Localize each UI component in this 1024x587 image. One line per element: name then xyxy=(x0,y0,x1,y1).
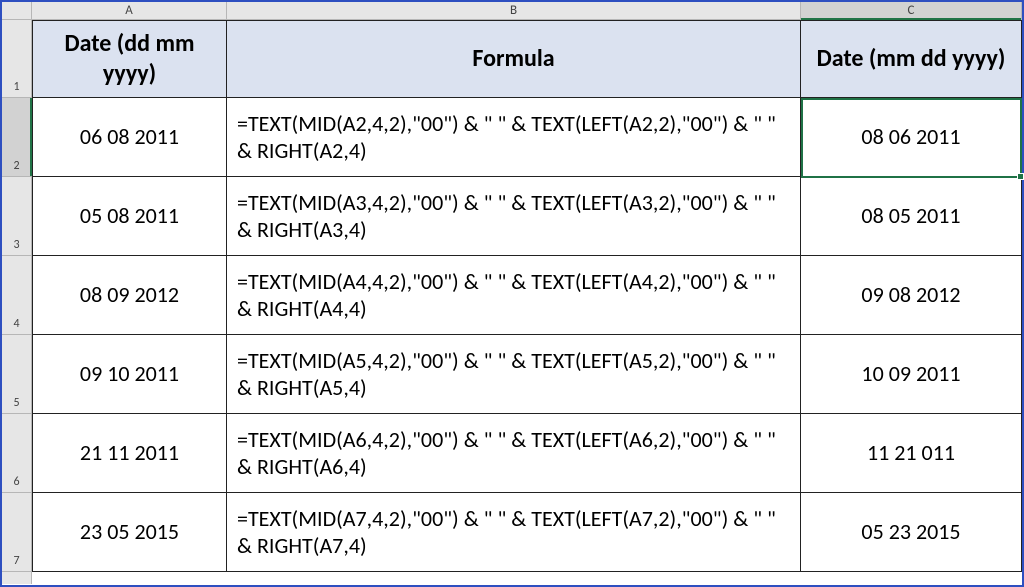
row-header-5[interactable]: 5 xyxy=(2,335,32,414)
cell-C2[interactable]: 08 06 2011 xyxy=(801,98,1022,177)
cell-A6[interactable]: 21 11 2011 xyxy=(32,414,227,493)
cell-A3[interactable]: 05 08 2011 xyxy=(32,177,227,256)
cell-C5[interactable]: 10 09 2011 xyxy=(801,335,1022,414)
table-header-row: 1 Date (dd mm yyyy) Formula Date (mm dd … xyxy=(2,20,1022,98)
column-header-A[interactable]: A xyxy=(32,2,227,19)
cell-B6[interactable]: =TEXT(MID(A6,4,2),"00") & " " & TEXT(LEF… xyxy=(227,414,801,493)
column-header-row: A B C xyxy=(2,2,1022,20)
cell-A2[interactable]: 06 08 2011 xyxy=(32,98,227,177)
table-row: 6 21 11 2011 =TEXT(MID(A6,4,2),"00") & "… xyxy=(2,414,1022,493)
header-cell-date-out[interactable]: Date (mm dd yyyy) xyxy=(801,20,1022,98)
row-header-8-partial[interactable] xyxy=(2,572,32,584)
column-header-C[interactable]: C xyxy=(801,2,1022,19)
cell-C3[interactable]: 08 05 2011 xyxy=(801,177,1022,256)
header-cell-formula[interactable]: Formula xyxy=(227,20,801,98)
row-header-6[interactable]: 6 xyxy=(2,414,32,493)
cell-B4[interactable]: =TEXT(MID(A4,4,2),"00") & " " & TEXT(LEF… xyxy=(227,256,801,335)
cell-A5[interactable]: 09 10 2011 xyxy=(32,335,227,414)
spreadsheet-frame: A B C 1 Date (dd mm yyyy) Formula Date (… xyxy=(0,0,1024,587)
table-row: 2 06 08 2011 =TEXT(MID(A2,4,2),"00") & "… xyxy=(2,98,1022,177)
select-all-corner[interactable] xyxy=(2,2,32,19)
column-header-B[interactable]: B xyxy=(227,2,801,19)
grid-body: 1 Date (dd mm yyyy) Formula Date (mm dd … xyxy=(2,20,1022,585)
cell-C6[interactable]: 11 21 011 xyxy=(801,414,1022,493)
table-row: 3 05 08 2011 =TEXT(MID(A3,4,2),"00") & "… xyxy=(2,177,1022,256)
table-row: 4 08 09 2012 =TEXT(MID(A4,4,2),"00") & "… xyxy=(2,256,1022,335)
row-header-7[interactable]: 7 xyxy=(2,493,32,572)
cell-B5[interactable]: =TEXT(MID(A5,4,2),"00") & " " & TEXT(LEF… xyxy=(227,335,801,414)
cell-B2[interactable]: =TEXT(MID(A2,4,2),"00") & " " & TEXT(LEF… xyxy=(227,98,801,177)
cell-C4[interactable]: 09 08 2012 xyxy=(801,256,1022,335)
table-row: 5 09 10 2011 =TEXT(MID(A5,4,2),"00") & "… xyxy=(2,335,1022,414)
row-header-2[interactable]: 2 xyxy=(2,98,32,177)
header-cell-date-in[interactable]: Date (dd mm yyyy) xyxy=(32,20,227,98)
table-row: 7 23 05 2015 =TEXT(MID(A7,4,2),"00") & "… xyxy=(2,493,1022,572)
row-stub xyxy=(2,572,1022,584)
row-header-4[interactable]: 4 xyxy=(2,256,32,335)
cell-B7[interactable]: =TEXT(MID(A7,4,2),"00") & " " & TEXT(LEF… xyxy=(227,493,801,572)
row-header-3[interactable]: 3 xyxy=(2,177,32,256)
cell-A7[interactable]: 23 05 2015 xyxy=(32,493,227,572)
cell-B3[interactable]: =TEXT(MID(A3,4,2),"00") & " " & TEXT(LEF… xyxy=(227,177,801,256)
row-header-1[interactable]: 1 xyxy=(2,20,32,98)
cell-C7[interactable]: 05 23 2015 xyxy=(801,493,1022,572)
cell-A4[interactable]: 08 09 2012 xyxy=(32,256,227,335)
